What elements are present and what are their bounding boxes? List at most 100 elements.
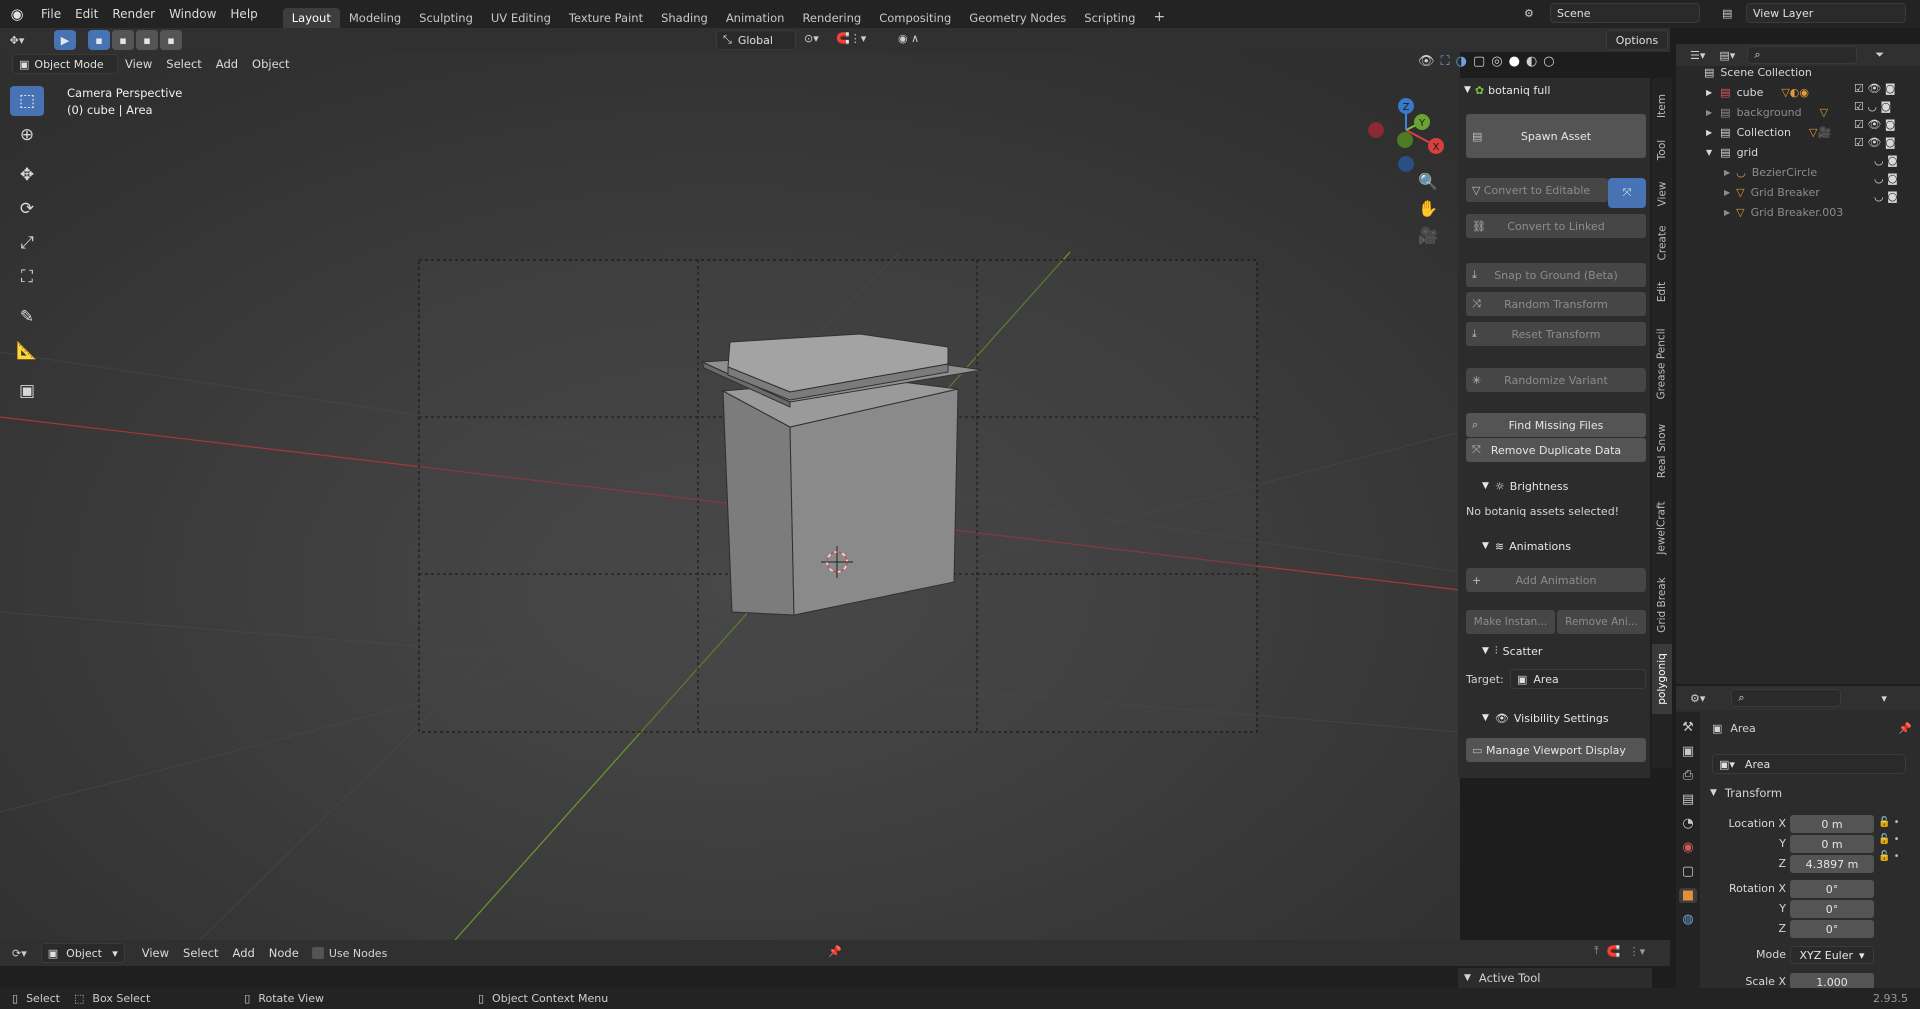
tab-layout[interactable]: Layout: [282, 8, 340, 28]
outliner-item-grid-breaker-003[interactable]: ▶ ▽ Grid Breaker.003: [1676, 202, 1920, 222]
eye-camera-icons[interactable]: ◡ ◙: [1854, 154, 1898, 167]
reset-transform-button[interactable]: ⤓ Reset Transform: [1466, 322, 1646, 346]
blender-logo-icon[interactable]: ◉: [0, 5, 34, 23]
select-menu[interactable]: Select: [159, 57, 208, 71]
tab-animation[interactable]: Animation: [717, 8, 794, 28]
material-shading-icon[interactable]: ◐: [1526, 54, 1537, 69]
node-node-menu[interactable]: Node: [262, 946, 306, 960]
active-tool-header[interactable]: ▼ Active Tool: [1458, 968, 1652, 988]
tab-edit[interactable]: Edit: [1652, 272, 1672, 312]
chevron-down-icon[interactable]: ▾: [1881, 692, 1887, 705]
add-menu[interactable]: Add: [209, 57, 245, 71]
randomize-variant-button[interactable]: ✳ Randomize Variant: [1466, 368, 1646, 392]
transform-orientation-dropdown[interactable]: ⤡ Global: [716, 30, 796, 50]
target-field[interactable]: ▣ Area: [1510, 669, 1646, 689]
menu-help[interactable]: Help: [223, 7, 264, 21]
tab-tool[interactable]: Tool: [1652, 130, 1672, 170]
rotation-x-field[interactable]: 0°: [1790, 880, 1874, 898]
tab-sculpting[interactable]: Sculpting: [410, 8, 482, 28]
object-tab-icon[interactable]: ■: [1678, 888, 1698, 903]
checkbox-eye-camera-icons[interactable]: ☑ 👁 ◙: [1854, 118, 1898, 131]
scene-tab-icon[interactable]: ◔: [1682, 816, 1693, 831]
rendered-shading-icon[interactable]: ○: [1543, 54, 1554, 69]
location-y-field[interactable]: 0 m: [1790, 835, 1874, 853]
pin-icon[interactable]: 📌: [1898, 722, 1912, 735]
scale-tool[interactable]: ⤢: [10, 228, 44, 258]
snap-icon[interactable]: 🧲⋮▾: [836, 32, 866, 45]
properties-search[interactable]: ⌕: [1731, 689, 1842, 707]
expand-arrow-icon[interactable]: ▶: [1706, 128, 1712, 137]
remove-animation-button[interactable]: Remove Ani...: [1557, 610, 1646, 634]
visibility-settings-header[interactable]: ▼ 👁 Visibility Settings: [1458, 706, 1648, 730]
rotation-y-field[interactable]: 0°: [1790, 900, 1874, 918]
pivot-icon[interactable]: ⊙▾: [804, 32, 819, 45]
visibility-icon[interactable]: 👁: [1418, 54, 1435, 69]
menu-file[interactable]: File: [34, 7, 68, 21]
expand-arrow-icon[interactable]: ▶: [1724, 168, 1730, 177]
select-box-tool[interactable]: ⬚: [10, 86, 44, 116]
tab-grease-pencil[interactable]: Grease Pencil: [1652, 316, 1672, 412]
tool-tab-icon[interactable]: ⚒: [1682, 720, 1694, 735]
node-add-menu[interactable]: Add: [226, 946, 262, 960]
expand-arrow-icon[interactable]: ▶: [1706, 88, 1712, 97]
node-object-dropdown[interactable]: ▣ Object ▾: [40, 943, 125, 963]
snap-options-icon[interactable]: ⋮▾: [1629, 945, 1646, 958]
location-z-field[interactable]: 4.3897 m: [1790, 855, 1874, 873]
node-view-menu[interactable]: View: [135, 946, 176, 960]
convert-linked-button[interactable]: ⛓ Convert to Linked: [1466, 214, 1646, 238]
scene-icon[interactable]: ⚙: [1524, 7, 1550, 20]
outliner-scene-collection[interactable]: ▤ Scene Collection: [1676, 62, 1920, 82]
animations-header[interactable]: ▼ ≋ Animations: [1458, 534, 1648, 558]
lock-icon[interactable]: 🔓 •: [1878, 834, 1900, 845]
measure-tool[interactable]: 📐: [10, 336, 44, 366]
object-mode-dropdown[interactable]: ▣ Object Mode: [12, 54, 118, 74]
gizmo-toggle-icon[interactable]: ⛶: [1441, 54, 1450, 69]
expand-arrow-icon[interactable]: ▶: [1724, 188, 1730, 197]
expand-arrow-icon[interactable]: ▶: [1706, 108, 1712, 117]
tab-shading[interactable]: Shading: [652, 8, 717, 28]
tab-scripting[interactable]: Scripting: [1075, 8, 1144, 28]
tab-create[interactable]: Create: [1652, 218, 1672, 268]
location-x-field[interactable]: 0 m: [1790, 815, 1874, 833]
filter-icon[interactable]: ⏷: [1875, 48, 1884, 62]
select-tweak-icon[interactable]: ▶: [54, 30, 76, 50]
select-intersect-icon[interactable]: ▪: [160, 30, 182, 50]
select-extend-icon[interactable]: ▪: [112, 30, 134, 50]
parent-node-icon[interactable]: ⤒: [1594, 944, 1599, 958]
modifier-tab-icon[interactable]: ◍: [1682, 912, 1693, 927]
checkbox-eye-camera-icons[interactable]: ☑ 👁 ◙: [1854, 82, 1898, 95]
cursor-tool[interactable]: ⊕: [10, 120, 44, 150]
rotation-z-field[interactable]: 0°: [1790, 920, 1874, 938]
tab-jewelcraft[interactable]: JewelCraft: [1652, 490, 1672, 566]
node-select-menu[interactable]: Select: [176, 946, 225, 960]
tab-rendering[interactable]: Rendering: [793, 8, 870, 28]
tab-grid-break[interactable]: Grid Break: [1652, 570, 1672, 640]
zoom-icon[interactable]: 🔍: [1418, 172, 1438, 191]
lock-icon[interactable]: 🔓 •: [1878, 817, 1900, 828]
view-layer-field[interactable]: View Layer: [1746, 3, 1906, 23]
transform-header[interactable]: ▼ Transform: [1710, 786, 1910, 800]
addon-header[interactable]: ▼ ✿ botaniq full: [1458, 78, 1648, 102]
tab-item[interactable]: Item: [1652, 86, 1672, 126]
tab-compositing[interactable]: Compositing: [870, 8, 960, 28]
options-dropdown[interactable]: Options: [1606, 30, 1668, 50]
world-tab-icon[interactable]: ◉: [1682, 840, 1693, 855]
tab-uv-editing[interactable]: UV Editing: [482, 8, 560, 28]
rotation-mode-dropdown[interactable]: XYZ Euler ▾: [1790, 946, 1874, 964]
convert-editable-toggle[interactable]: ⤧: [1608, 178, 1646, 208]
render-tab-icon[interactable]: ▣: [1682, 744, 1694, 759]
add-cube-tool[interactable]: ▣: [10, 376, 44, 406]
add-workspace-icon[interactable]: +: [1144, 6, 1174, 28]
tab-modeling[interactable]: Modeling: [340, 8, 410, 28]
pin-icon[interactable]: 📌: [828, 945, 842, 958]
collection-tab-icon[interactable]: ▢: [1682, 864, 1694, 879]
use-nodes-checkbox[interactable]: [311, 947, 324, 959]
manage-viewport-button[interactable]: ▭ Manage Viewport Display: [1466, 738, 1646, 762]
find-missing-button[interactable]: ⌕ Find Missing Files: [1466, 413, 1646, 437]
add-animation-button[interactable]: + Add Animation: [1466, 568, 1646, 592]
tab-view[interactable]: View: [1652, 174, 1672, 214]
select-set-icon[interactable]: ▪: [88, 30, 110, 50]
object-data-field[interactable]: ▣▾ Area: [1712, 754, 1906, 774]
annotate-tool[interactable]: ✎: [10, 302, 44, 332]
overlay-toggle-icon[interactable]: ◑: [1456, 54, 1467, 69]
